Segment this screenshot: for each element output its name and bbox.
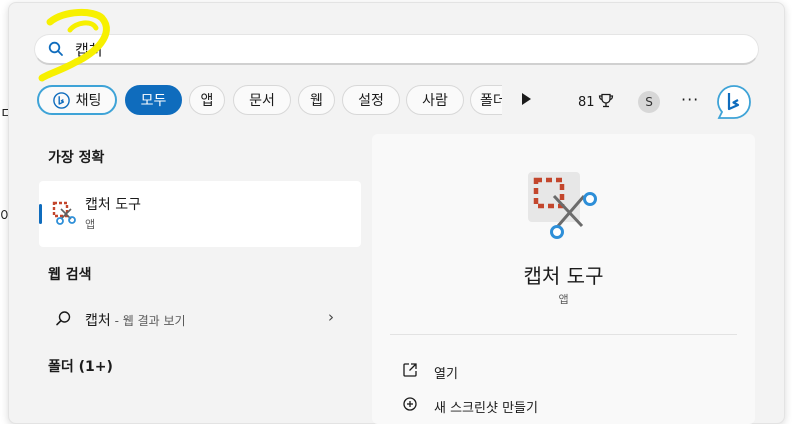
filter-people[interactable]: 사람 — [406, 85, 464, 115]
best-match-title: 캡처 도구 — [85, 197, 141, 213]
search-icon — [55, 310, 72, 331]
open-action[interactable]: 열기 — [402, 362, 458, 382]
new-screenshot-action-label: 새 스크린샷 만들기 — [434, 400, 538, 416]
web-search-suffix: - 웹 결과 보기 — [110, 314, 186, 328]
filter-apps[interactable]: 앱 — [189, 85, 225, 115]
rewards-points-value: 81 — [578, 95, 595, 110]
open-icon — [402, 362, 418, 382]
filter-web-label: 웹 — [310, 93, 323, 109]
filter-chat[interactable]: 채팅 — [37, 85, 117, 115]
filter-web[interactable]: 웹 — [298, 85, 335, 115]
filter-settings[interactable]: 설정 — [342, 85, 400, 115]
filter-people-label: 사람 — [422, 93, 448, 109]
new-screenshot-action[interactable]: 새 스크린샷 만들기 — [402, 396, 538, 416]
search-input[interactable] — [75, 37, 735, 61]
detail-app-type: 앱 — [558, 293, 569, 306]
snipping-tool-icon — [52, 200, 78, 230]
bing-chat-icon — [52, 91, 70, 109]
filter-folders[interactable]: 폴더 — [470, 85, 502, 115]
best-match-result[interactable]: 캡처 도구 앱 — [39, 181, 361, 247]
rewards-points[interactable]: 81 — [578, 93, 614, 112]
scroll-filters-right-icon[interactable] — [522, 93, 531, 105]
best-match-heading: 가장 정확 — [48, 150, 105, 166]
trophy-icon — [598, 93, 614, 112]
user-avatar[interactable]: S — [638, 91, 660, 113]
bing-icon[interactable] — [716, 84, 752, 124]
new-screenshot-icon — [402, 396, 418, 416]
search-box[interactable] — [34, 34, 759, 65]
filter-documents[interactable]: 문서 — [233, 85, 291, 115]
filter-documents-label: 문서 — [249, 93, 275, 109]
filter-settings-label: 설정 — [358, 93, 384, 109]
filter-apps-label: 앱 — [200, 93, 214, 109]
detail-pane: 캡처 도구 앱 열기 새 스크린샷 만들기 — [372, 134, 755, 424]
filter-folders-label: 폴더 — [480, 93, 502, 109]
web-search-query: 캡처 — [85, 313, 111, 329]
web-search-heading: 웹 검색 — [48, 267, 92, 283]
filter-all[interactable]: 모두 — [125, 85, 182, 115]
web-search-result[interactable]: 캡처 - 웹 결과 보기 › — [39, 302, 361, 336]
highlight-annotation — [38, 9, 110, 82]
filter-chat-label: 채팅 — [75, 93, 102, 109]
filter-all-label: 모두 — [140, 93, 167, 109]
divider — [390, 334, 737, 335]
best-match-subtitle: 앱 — [85, 218, 96, 231]
snipping-tool-large-icon — [528, 170, 602, 248]
open-action-label: 열기 — [434, 366, 458, 382]
chevron-right-icon[interactable]: › — [328, 308, 334, 326]
more-options-button[interactable]: ··· — [681, 90, 699, 109]
folders-heading: 폴더 (1+) — [48, 359, 113, 375]
selection-indicator — [39, 204, 42, 224]
detail-app-name: 캡처 도구 — [523, 264, 604, 288]
